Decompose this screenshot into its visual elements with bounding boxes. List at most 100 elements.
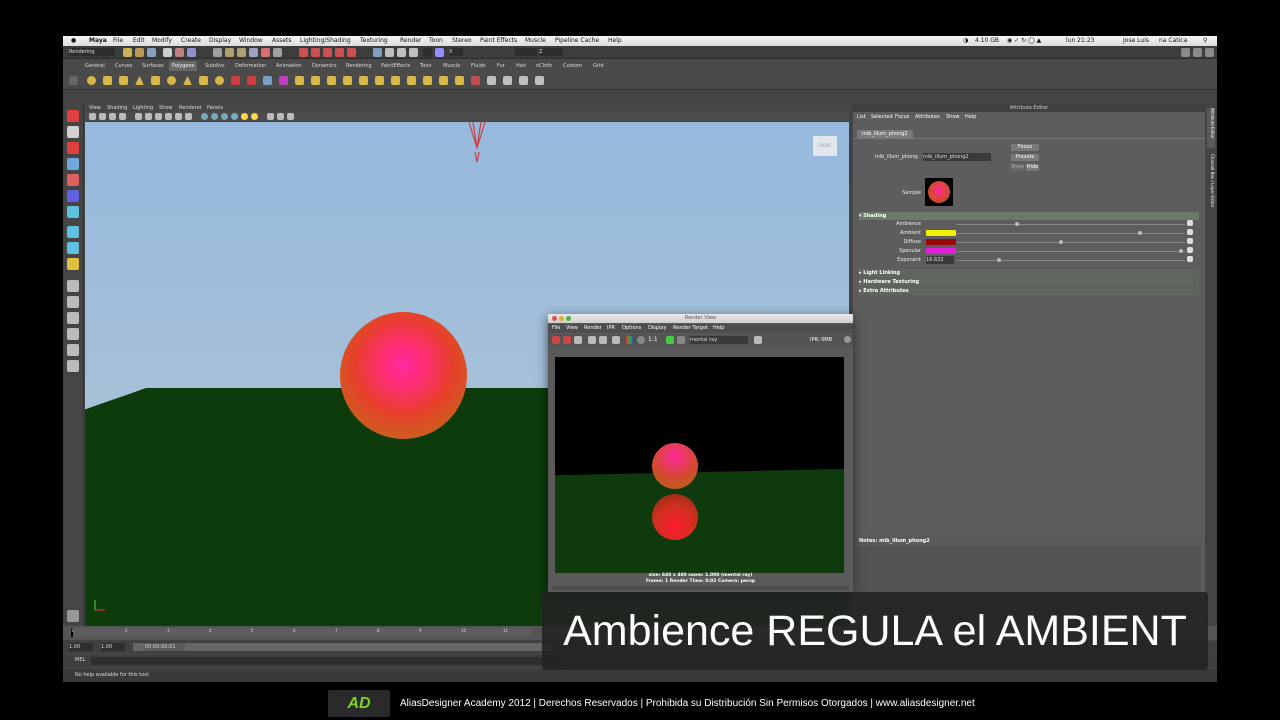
specular-slider[interactable] (957, 251, 1185, 252)
ae-menu-attributes[interactable]: Attributes (915, 113, 940, 122)
mask-icon[interactable] (225, 48, 234, 57)
x-field[interactable]: X (449, 48, 463, 56)
wire-on-shaded-icon[interactable] (221, 113, 228, 120)
view-cube[interactable]: FRONT (813, 136, 837, 156)
apple-icon[interactable]: ● (71, 36, 76, 46)
shelf-tab-fur[interactable]: Fur (497, 61, 505, 71)
ae-menu-list[interactable]: List (857, 113, 866, 122)
menu-render[interactable]: Render (400, 36, 421, 46)
mask-icon[interactable] (273, 48, 282, 57)
bridge-icon[interactable] (311, 76, 320, 85)
snapshot-icon[interactable] (574, 336, 582, 344)
merge-icon[interactable] (423, 76, 432, 85)
layout-toggle-icon[interactable] (1205, 48, 1214, 57)
shelf-tab-surfaces[interactable]: Surfaces (142, 61, 164, 71)
specular-color-swatch[interactable] (926, 248, 956, 254)
mode-selector[interactable]: Rendering (69, 48, 115, 56)
shelf-tab-rendering[interactable]: Rendering (346, 61, 372, 71)
zoom-window-icon[interactable] (566, 316, 571, 321)
remove-image-icon[interactable] (677, 336, 685, 344)
layout-graph-icon[interactable] (67, 344, 79, 356)
light-linking-section[interactable]: ▸ Light Linking (859, 269, 1199, 277)
snap-grid-icon[interactable] (299, 48, 308, 57)
shelf-tab-subdivs[interactable]: Subdivs (205, 61, 225, 71)
vp-menu-view[interactable]: View (89, 104, 101, 112)
last-tool-icon[interactable] (67, 258, 79, 270)
menu-display[interactable]: Display (209, 36, 231, 46)
poly-soccer-icon[interactable] (215, 76, 224, 85)
open-scene-icon[interactable] (135, 48, 144, 57)
layout-outliner-icon[interactable] (67, 328, 79, 340)
bevel-icon[interactable] (407, 76, 416, 85)
hide-button[interactable]: Hide (1026, 164, 1039, 171)
checker-icon[interactable] (503, 76, 512, 85)
map-button-icon[interactable] (1187, 238, 1193, 244)
ae-menu-help[interactable]: Help (965, 113, 976, 122)
wifi-icon[interactable]: ◑ (963, 36, 968, 46)
shelf-tab-general[interactable]: General (85, 61, 105, 71)
ae-menu-show[interactable]: Show (946, 113, 960, 122)
focus-button[interactable]: Focus (1011, 144, 1039, 151)
new-scene-icon[interactable] (123, 48, 132, 57)
resolution-gate-icon[interactable] (155, 113, 162, 120)
start-time-field[interactable]: 1.00 (69, 643, 93, 651)
shelf-tab-custom[interactable]: Custom (563, 61, 582, 71)
menu-paint-effects[interactable]: Paint Effects (480, 36, 517, 46)
render-frame-icon[interactable] (385, 48, 394, 57)
node-name-field[interactable]: mib_illum_phong2 (923, 153, 991, 161)
shelf-tab-dynamics[interactable]: Dynamics (312, 61, 337, 71)
snap-point-icon[interactable] (323, 48, 332, 57)
exponent-field[interactable]: 16.632 (926, 256, 954, 264)
shelf-tab-painteffects[interactable]: PaintEffects (381, 61, 410, 71)
rv-menu-file[interactable]: File (552, 324, 560, 333)
layout-single-icon[interactable] (67, 280, 79, 292)
snap-curve-icon[interactable] (311, 48, 320, 57)
collapse-icon[interactable] (439, 76, 448, 85)
diffuse-slider[interactable] (957, 242, 1185, 243)
shelf-tab-deformation[interactable]: Deformation (235, 61, 266, 71)
ae-node-tab[interactable]: mib_illum_phong2 (857, 130, 913, 138)
checker-icon[interactable] (519, 76, 528, 85)
shelf-tab-toon[interactable]: Toon (420, 61, 432, 71)
y-field[interactable] (515, 48, 537, 56)
menu-file[interactable]: File (113, 36, 123, 46)
menu-toon[interactable]: Toon (429, 36, 443, 46)
select-hierarchy-icon[interactable] (163, 48, 172, 57)
shelf-tab-fluids[interactable]: Fluids (471, 61, 486, 71)
ipr-icon[interactable] (599, 336, 607, 344)
move-tool-icon[interactable] (67, 158, 79, 170)
script-icon[interactable] (67, 610, 79, 622)
show-manip-icon[interactable] (67, 242, 79, 254)
textured-icon[interactable] (231, 113, 238, 120)
rgb-channel-icon[interactable] (612, 336, 620, 344)
sculpt-icon[interactable] (391, 76, 400, 85)
layout-toggle-icon[interactable] (1193, 48, 1202, 57)
xray-joints-icon[interactable] (277, 113, 284, 120)
bookmark-icon[interactable] (109, 113, 116, 120)
rv-menu-render-target[interactable]: Render Target (673, 324, 708, 333)
vp-menu-show[interactable]: Show (159, 104, 173, 112)
attribute-editor-side-tab[interactable]: Attribute Editor (1207, 108, 1215, 148)
rv-menu-ipr[interactable]: IPR (607, 324, 615, 333)
layout-hypershade-icon[interactable] (67, 360, 79, 372)
menu-lighting-shading[interactable]: Lighting/Shading (300, 36, 351, 46)
poly-cone-icon[interactable] (135, 76, 144, 85)
ipr-render-icon[interactable] (397, 48, 406, 57)
smooth-icon[interactable] (263, 76, 272, 85)
checker-icon[interactable] (535, 76, 544, 85)
poly-torus-icon[interactable] (167, 76, 176, 85)
channel-box-side-tab[interactable]: Channel Box / Layer Editor (1207, 154, 1215, 224)
shadows-icon[interactable] (251, 113, 258, 120)
manipulator-icon[interactable] (67, 206, 79, 218)
uv-editor-icon[interactable] (471, 76, 480, 85)
mirror-icon[interactable] (279, 76, 288, 85)
mask-icon[interactable] (261, 48, 270, 57)
exponent-slider-handle[interactable] (997, 258, 1001, 262)
shelf-tab-animation[interactable]: Animation (276, 61, 302, 71)
vp-menu-renderer[interactable]: Renderer (179, 104, 202, 112)
menu-edit[interactable]: Edit (133, 36, 145, 46)
camera-object[interactable] (465, 122, 489, 162)
color-channels-icon[interactable] (626, 336, 634, 344)
menu-maya[interactable]: Maya (89, 36, 107, 46)
shelf-tab-hair[interactable]: Hair (516, 61, 526, 71)
